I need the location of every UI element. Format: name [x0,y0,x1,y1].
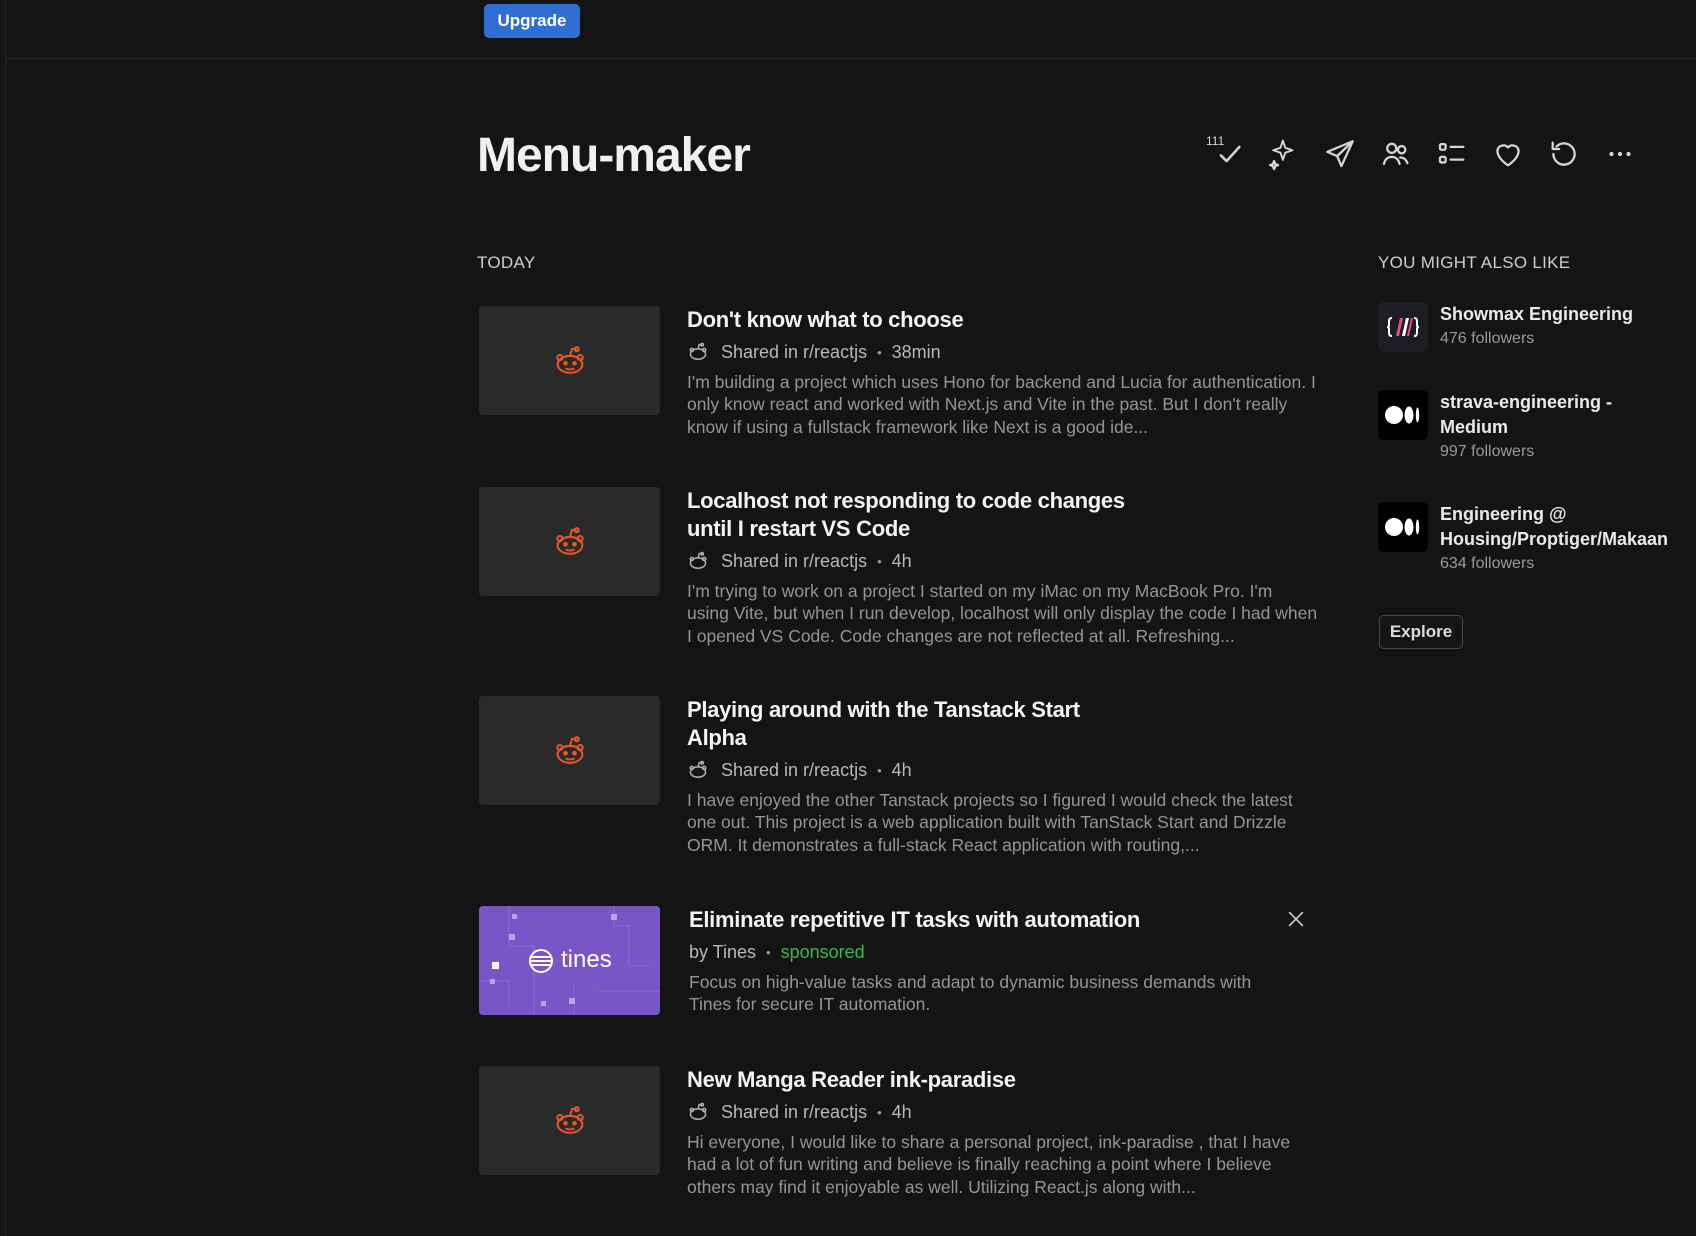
meta-separator: • [877,1104,882,1120]
medium-logo[interactable] [1378,502,1428,552]
item-thumbnail[interactable] [479,1066,660,1175]
item-meta: Shared in r/reactjs • 4h [687,550,1319,572]
heart-icon [1496,144,1520,167]
suggestion-followers: 634 followers [1440,555,1535,572]
item-excerpt: I'm trying to work on a project I starte… [687,581,1318,646]
more-icon [1609,151,1631,157]
share-button[interactable] [1312,132,1368,176]
item-thumbnail[interactable] [479,487,660,596]
suggestions-section-label: YOU MIGHT ALSO LIKE [1378,253,1571,272]
item-source[interactable]: Shared in r/reactjs [721,760,867,781]
item-time: 4h [891,1101,912,1122]
tines-logo-icon [529,949,553,973]
item-source[interactable]: Shared in r/reactjs [721,551,867,572]
showmax-logo-icon [1386,317,1420,337]
reddit-icon [555,735,584,764]
reddit-small-icon [689,1102,707,1120]
ai-summary-button[interactable] [1256,132,1312,176]
showmax-logo[interactable] [1378,302,1428,352]
reddit-icon [555,1105,584,1134]
item-meta: Shared in r/reactjs • 4h [687,759,1319,781]
page-title: Menu-maker [477,129,751,182]
item-time: 4h [891,759,912,780]
mark-all-read-button[interactable]: 111 [1200,132,1256,176]
more-options-button[interactable] [1592,132,1648,176]
list-icon [1438,142,1465,164]
medium-logo-icon [1385,406,1420,424]
item-excerpt: I'm building a project which uses Hono f… [687,372,1316,437]
item-excerpt: Hi everyone, I would like to share a per… [687,1132,1291,1197]
item-thumbnail[interactable] [479,306,660,415]
item-title[interactable]: Localhost not responding to code changes… [687,487,1137,543]
close-icon [1288,911,1304,927]
item-time: 38min [891,341,941,362]
upgrade-button[interactable]: Upgrade [484,4,580,38]
item-meta: Shared in r/reactjs • 4h [687,1101,1319,1123]
tines-wordmark: tines [561,946,612,973]
item-excerpt: I have enjoyed the other Tanstack projec… [687,790,1293,855]
favorite-button[interactable] [1480,132,1536,176]
item-time: 4h [891,550,912,571]
suggestion-name[interactable]: Engineering @ Housing/Proptiger/Makaan [1440,502,1680,552]
reddit-small-icon [689,342,707,360]
suggestion-followers: 476 followers [1440,330,1535,347]
item-excerpt: Focus on high-value tasks and adapt to d… [689,972,1252,1015]
reddit-icon [555,345,584,374]
sparkle-icon [1268,139,1294,171]
item-source: by Tines [689,941,757,962]
unread-count: 111 [1206,134,1225,148]
item-source[interactable]: Shared in r/reactjs [721,342,867,363]
people-icon [1382,142,1409,166]
item-title[interactable]: Eliminate repetitive IT tasks with autom… [689,906,1279,934]
refresh-button[interactable] [1536,132,1592,176]
item-thumbnail[interactable] [479,696,660,805]
medium-logo-icon [1385,518,1420,536]
top-bar [5,0,1696,59]
item-title[interactable]: Don't know what to choose [687,306,1137,334]
list-view-button[interactable] [1424,132,1480,176]
reddit-small-icon [689,551,707,569]
send-icon [1326,140,1354,168]
suggestion-followers: 997 followers [1440,443,1535,460]
refresh-icon [1551,141,1576,166]
page: Upgrade Menu-maker 111 TODAY YOU MIGHT A… [0,0,1696,1236]
item-meta: by Tines • sponsored [689,941,1321,963]
today-section-label: TODAY [477,253,536,272]
item-meta: Shared in r/reactjs • 38min [687,341,1319,363]
reddit-small-icon [689,760,707,778]
sponsored-tag: sponsored [780,941,865,962]
medium-logo[interactable] [1378,390,1428,440]
feed-toolbar: 111 [1200,132,1648,176]
explore-button[interactable]: Explore [1379,615,1463,649]
meta-separator: • [877,762,882,778]
item-source[interactable]: Shared in r/reactjs [721,1102,867,1123]
meta-separator: • [877,553,882,569]
meta-separator: • [766,944,771,960]
meta-separator: • [877,344,882,360]
suggestion-name[interactable]: Showmax Engineering [1440,302,1680,327]
people-button[interactable] [1368,132,1424,176]
reddit-icon [555,526,584,555]
sponsor-thumbnail[interactable]: tines [479,906,660,1015]
item-title[interactable]: Playing around with the Tanstack Start A… [687,696,1137,752]
dismiss-ad-button[interactable] [1283,906,1309,932]
suggestion-name[interactable]: strava-engineering - Medium [1440,390,1680,440]
item-title[interactable]: New Manga Reader ink-paradise [687,1066,1277,1094]
sidebar-edge [5,0,6,1236]
